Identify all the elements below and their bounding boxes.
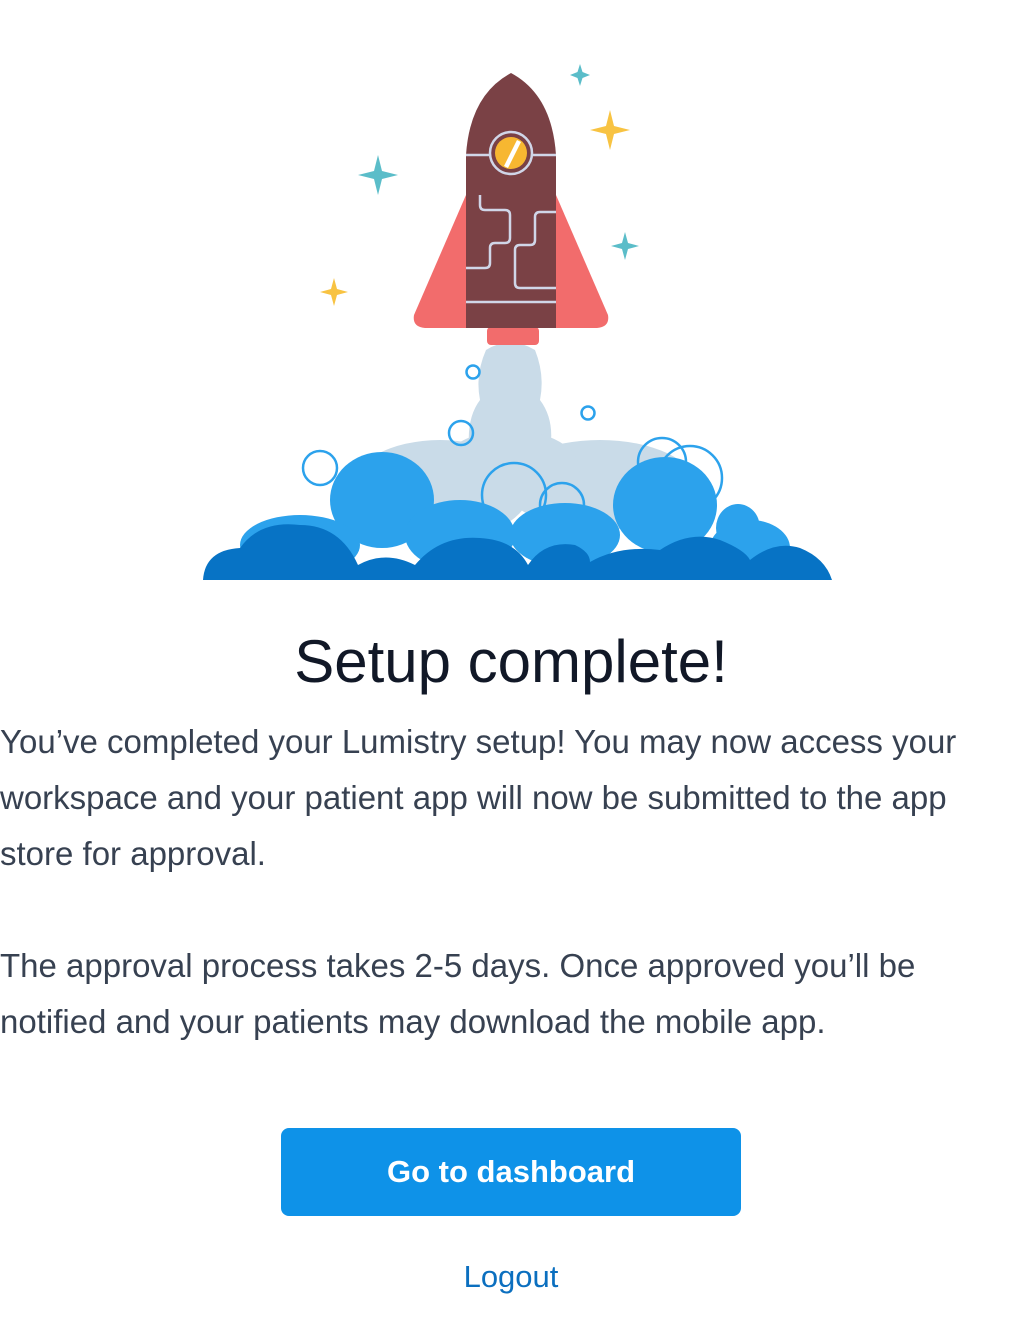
rocket-window-icon (488, 130, 534, 176)
go-to-dashboard-button[interactable]: Go to dashboard (281, 1128, 741, 1216)
description-paragraph-approval: The approval process takes 2-5 days. Onc… (0, 947, 916, 1040)
rocket-nozzle (487, 327, 539, 345)
page-title: Setup complete! (294, 628, 728, 695)
description-paragraph-setup: You’ve completed your Lumistry setup! Yo… (0, 723, 957, 872)
rocket-fin-right (556, 195, 609, 328)
rocket-fin-left (413, 195, 466, 328)
logout-link[interactable]: Logout (0, 1252, 1022, 1302)
description: You’ve completed your Lumistry setup! Yo… (0, 714, 1022, 1050)
rocket-launch-illustration (203, 64, 832, 580)
